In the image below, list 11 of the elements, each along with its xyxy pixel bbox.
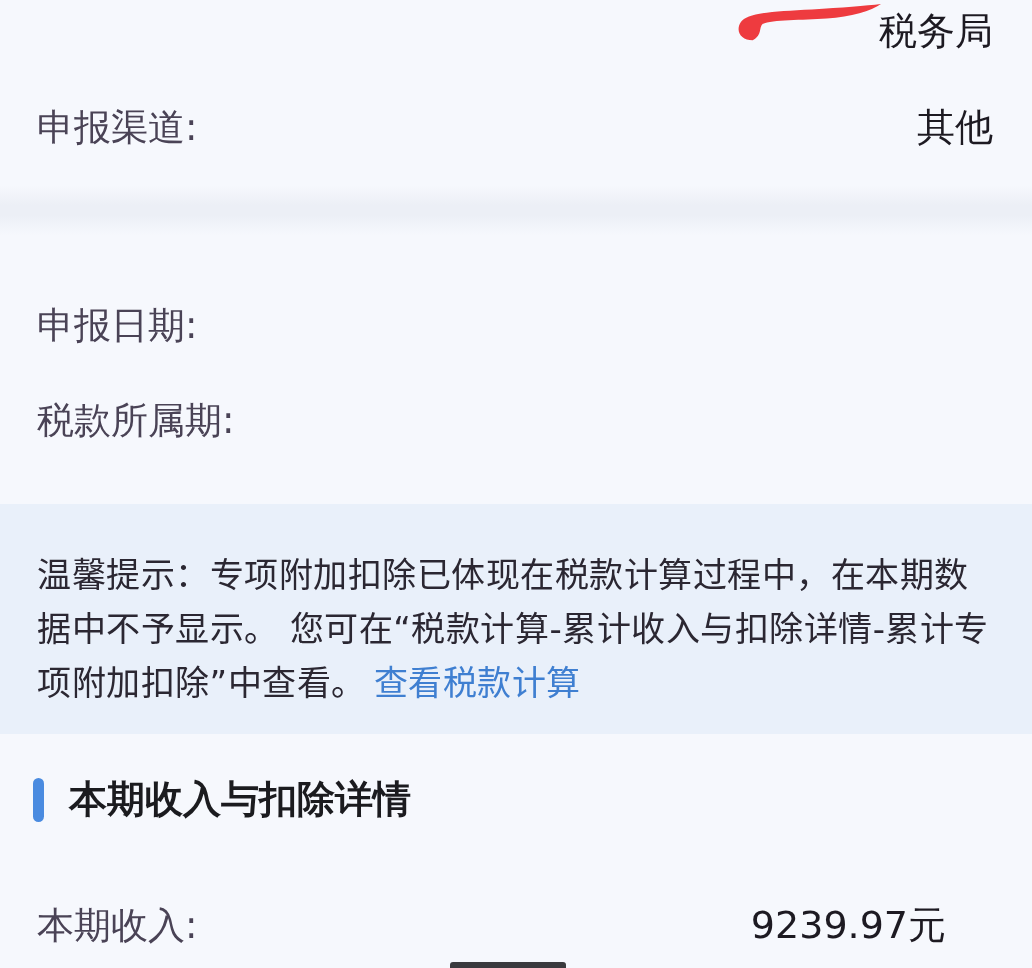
income-label: 本期收入: (37, 903, 198, 949)
income-value: 9239.97元 (750, 903, 946, 949)
field-label: 税款所属期: (37, 399, 235, 444)
channel-value: 其他 (917, 105, 993, 151)
tip-text: 温馨提示：专项附加扣除已体现在税款计算过程中，在本期数据中不予显示。 您可在“税款计算-累计收入与扣除详情-累计专项附加扣除”中查看。 查看税款计算 (37, 554, 990, 705)
channel-label: 申报渠道: (37, 105, 198, 151)
view-tax-calculation-link[interactable]: 查看税款计算 (373, 663, 581, 703)
field-label: 申报日期: (37, 304, 198, 349)
section-title: 本期收入与扣除详情 (69, 777, 411, 823)
heading-accent-bar (33, 778, 44, 822)
tax-office-text: 税务局 (879, 9, 993, 55)
